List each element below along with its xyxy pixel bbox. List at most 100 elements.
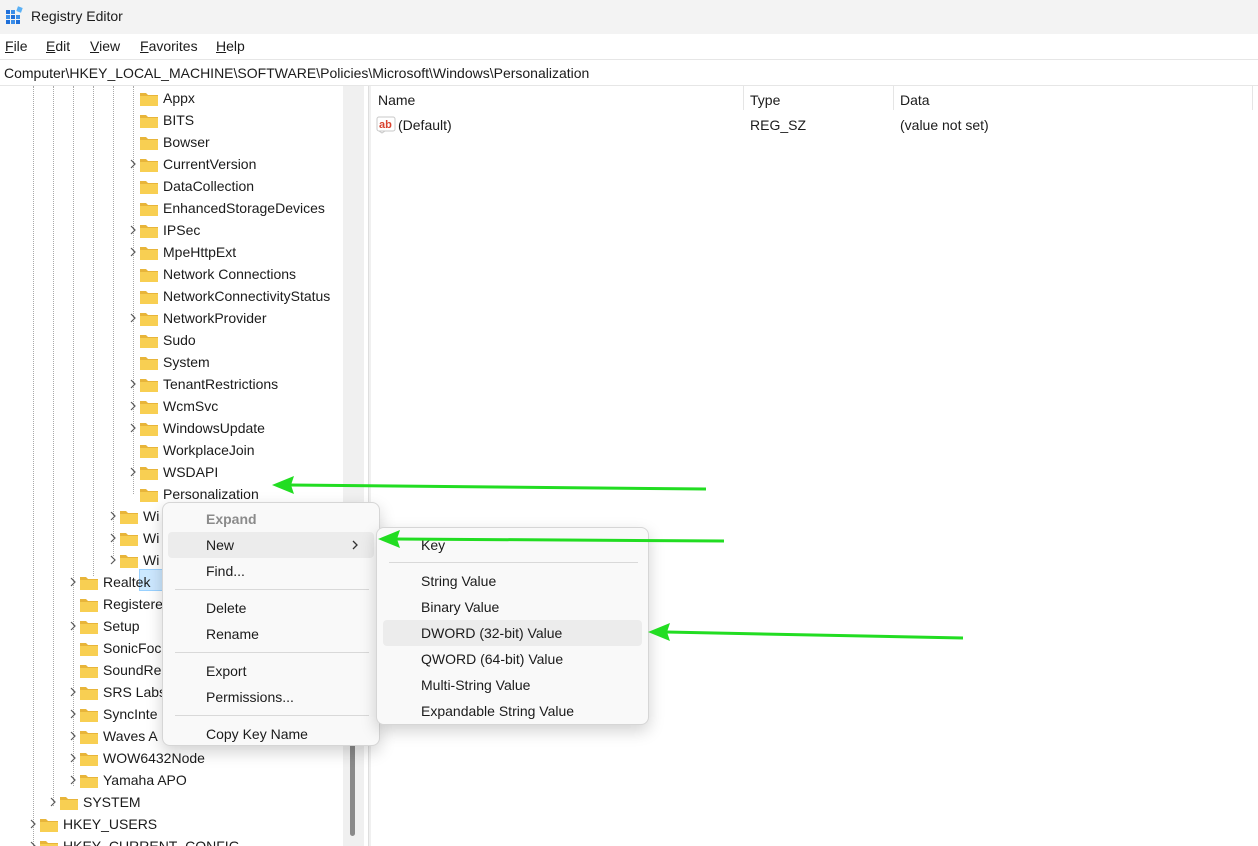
chevron-right-icon[interactable]: [27, 840, 39, 846]
folder-icon: [120, 555, 138, 568]
folder-icon: [120, 511, 138, 524]
tree-item-label: SyncInte: [103, 706, 158, 722]
folder-icon: [80, 599, 98, 612]
submenu-item-qword-value[interactable]: QWORD (64-bit) Value: [383, 646, 642, 672]
folder-icon: [140, 115, 158, 128]
folder-icon: [80, 665, 98, 678]
chevron-right-icon[interactable]: [47, 796, 59, 808]
tree-item-label: WindowsUpdate: [163, 420, 265, 436]
chevron-right-icon[interactable]: [107, 554, 119, 566]
address-bar[interactable]: Computer\HKEY_LOCAL_MACHINE\SOFTWARE\Pol…: [0, 59, 1258, 86]
tree-item-label: HKEY_CURRENT_CONFIG: [63, 838, 240, 846]
value-name: (Default): [398, 117, 452, 133]
folder-icon: [140, 203, 158, 216]
menu-separator: [175, 589, 369, 590]
menu-item-rename[interactable]: Rename: [168, 621, 374, 647]
chevron-right-icon[interactable]: [67, 730, 79, 742]
new-submenu: Key String Value Binary Value DWORD (32-…: [376, 527, 649, 725]
menu-item-new[interactable]: New: [168, 532, 374, 558]
table-row[interactable]: ab (Default) REG_SZ (value not set): [371, 114, 1251, 136]
chevron-right-icon[interactable]: [107, 510, 119, 522]
folder-icon: [140, 247, 158, 260]
tree-item-label: WSDAPI: [163, 464, 219, 480]
tree-item-label: Wi: [143, 552, 160, 568]
chevron-right-icon[interactable]: [67, 752, 79, 764]
tree-item-label: Wi: [143, 530, 160, 546]
column-header-data[interactable]: Data: [900, 92, 930, 108]
chevron-right-icon[interactable]: [67, 708, 79, 720]
column-divider[interactable]: [893, 86, 894, 110]
submenu-item-dword-value[interactable]: DWORD (32-bit) Value: [383, 620, 642, 646]
folder-icon: [140, 225, 158, 238]
tree-item-label: HKEY_USERS: [63, 816, 158, 832]
window-title: Registry Editor: [31, 8, 123, 24]
submenu-item-multi-string-value[interactable]: Multi-String Value: [383, 672, 642, 698]
menu-bar: File Edit View Favorites Help: [0, 34, 1258, 59]
chevron-right-icon[interactable]: [27, 818, 39, 830]
tree-item-label: Network Connections: [163, 266, 297, 282]
chevron-right-icon[interactable]: [127, 422, 139, 434]
chevron-right-icon[interactable]: [127, 400, 139, 412]
menu-edit[interactable]: Edit: [46, 38, 70, 54]
folder-icon: [140, 379, 158, 392]
chevron-right-icon[interactable]: [127, 246, 139, 258]
menu-item-expand: Expand: [206, 511, 257, 527]
folder-icon: [140, 335, 158, 348]
column-divider[interactable]: [1252, 86, 1253, 110]
tree-item-label: Personalization: [163, 486, 259, 502]
chevron-right-icon[interactable]: [127, 312, 139, 324]
tree-item-label: NetworkProvider: [163, 310, 267, 326]
menu-favorites[interactable]: Favorites: [140, 38, 198, 54]
chevron-right-icon[interactable]: [127, 158, 139, 170]
tree-item-label: SYSTEM: [83, 794, 141, 810]
chevron-right-icon[interactable]: [127, 224, 139, 236]
folder-icon: [80, 731, 98, 744]
menu-item-permissions[interactable]: Permissions...: [168, 684, 374, 710]
column-divider[interactable]: [743, 86, 744, 110]
submenu-item-key[interactable]: Key: [383, 532, 642, 558]
menu-view[interactable]: View: [90, 38, 120, 54]
submenu-item-expandable-string-value[interactable]: Expandable String Value: [383, 698, 642, 724]
value-data: (value not set): [900, 117, 989, 133]
chevron-right-icon[interactable]: [127, 466, 139, 478]
tree-item-label: Sudo: [163, 332, 196, 348]
menu-item-delete[interactable]: Delete: [168, 595, 374, 621]
tree-item-label: WOW6432Node: [103, 750, 205, 766]
folder-icon: [80, 577, 98, 590]
folder-icon: [40, 841, 58, 846]
folder-icon: [60, 797, 78, 810]
tree-item-label: SonicFoc: [103, 640, 162, 656]
column-header-type[interactable]: Type: [750, 92, 780, 108]
key-context-menu: Expand New Find... Delete Rename Export …: [162, 502, 380, 746]
menu-item-copy-key-name[interactable]: Copy Key Name: [168, 721, 374, 747]
tree-item-label: DataCollection: [163, 178, 255, 194]
values-list[interactable]: Name Type Data ab (Default) REG_SZ (valu…: [371, 86, 1258, 846]
chevron-right-icon[interactable]: [67, 686, 79, 698]
chevron-right-icon[interactable]: [67, 620, 79, 632]
chevron-right-icon[interactable]: [67, 774, 79, 786]
folder-icon: [80, 753, 98, 766]
menu-file[interactable]: File: [5, 38, 28, 54]
menu-separator: [389, 562, 638, 563]
address-path[interactable]: Computer\HKEY_LOCAL_MACHINE\SOFTWARE\Pol…: [4, 65, 589, 81]
menu-item-export[interactable]: Export: [168, 658, 374, 684]
submenu-item-string-value[interactable]: String Value: [383, 568, 642, 594]
folder-icon: [120, 533, 138, 546]
tree-item-label: WorkplaceJoin: [163, 442, 255, 458]
menu-item-find[interactable]: Find...: [168, 558, 374, 584]
folder-icon: [140, 489, 158, 502]
folder-icon: [80, 775, 98, 788]
submenu-item-binary-value[interactable]: Binary Value: [383, 594, 642, 620]
folder-icon: [140, 159, 158, 172]
chevron-right-icon[interactable]: [107, 532, 119, 544]
chevron-right-icon[interactable]: [67, 576, 79, 588]
chevron-right-icon[interactable]: [127, 378, 139, 390]
column-header-name[interactable]: Name: [378, 92, 415, 108]
folder-icon: [140, 137, 158, 150]
tree-item-label: NetworkConnectivityStatus: [163, 288, 331, 304]
tree-item-label: SoundRe: [103, 662, 162, 678]
tree-item-label: System: [163, 354, 210, 370]
tree-item-label: CurrentVersion: [163, 156, 257, 172]
menu-help[interactable]: Help: [216, 38, 245, 54]
tree-item-label: Waves A: [103, 728, 158, 744]
